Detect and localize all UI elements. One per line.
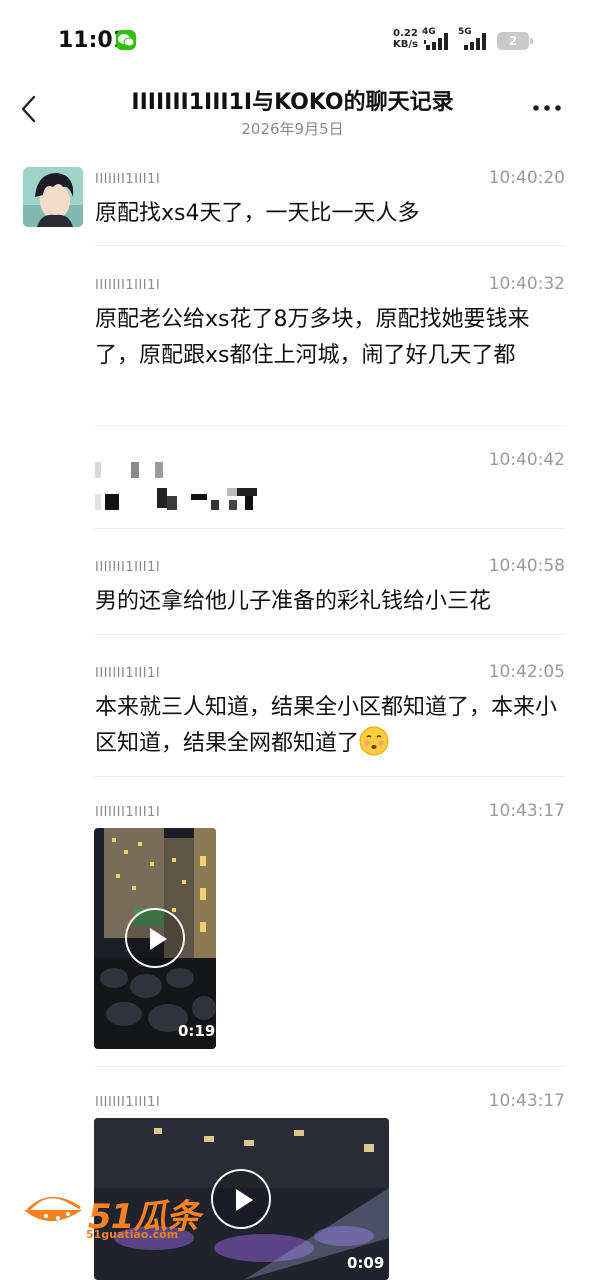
- message-item: IIIIIII1III1I 10:42:05 本来就三人知道，结果全小区都知道了…: [95, 662, 565, 766]
- message-time: 10:40:42: [488, 450, 565, 470]
- message-text-body: 本来就三人知道，结果全小区都知道了，本来小区知道，结果全网都知道了: [95, 695, 558, 756]
- message-sender: IIIIIII1III1I: [95, 560, 161, 575]
- avatar[interactable]: [23, 167, 83, 227]
- signal-4g-icon: [424, 33, 448, 50]
- video-duration: 0:19: [178, 1022, 216, 1040]
- redacted-content: [95, 456, 275, 514]
- play-icon[interactable]: [125, 908, 185, 968]
- message-item: IIIIIII1III1I 10:40:20 原配找xs4天了，一天比一天人多: [95, 168, 565, 232]
- message-divider: [95, 245, 565, 246]
- message-text[interactable]: 本来就三人知道，结果全小区都知道了，本来小区知道，结果全网都知道了: [95, 690, 565, 762]
- message-sender: IIIIIII1III1I: [95, 666, 161, 681]
- network-rate-unit: KB/s: [393, 39, 418, 50]
- play-icon[interactable]: [211, 1169, 271, 1229]
- message-time: 10:40:20: [488, 168, 565, 188]
- message-item: IIIIIII1III1I 10:40:32 原配老公给xs花了8万多块，原配找…: [95, 274, 565, 408]
- message-sender: IIIIIII1III1I: [95, 1095, 161, 1110]
- video-duration: 0:09: [347, 1254, 385, 1272]
- message-sender: IIIIIII1III1I: [95, 278, 161, 293]
- message-time: 10:40:32: [488, 274, 565, 294]
- watermark-url: 51guatiao.com: [86, 1228, 179, 1241]
- more-dots-icon[interactable]: [530, 98, 564, 118]
- message-divider: [95, 425, 565, 426]
- message-sender: IIIIIII1III1I: [95, 805, 161, 820]
- wechat-notification-icon: [116, 30, 136, 50]
- network-rate: 0.22 KB/s: [393, 28, 418, 50]
- message-text[interactable]: 原配找xs4天了，一天比一天人多: [95, 196, 565, 232]
- back-chevron-icon[interactable]: [18, 94, 40, 124]
- message-time: 10:40:58: [488, 556, 565, 576]
- status-bar: 11:01 0.22 KB/s 4G 5G 2: [0, 0, 589, 80]
- message-sender: IIIIIII1III1I: [95, 172, 161, 187]
- message-item: IIIIIII1III1I 10:40:58 男的还拿给他儿子准备的彩礼钱给小三…: [95, 556, 565, 620]
- message-divider: [95, 1066, 565, 1067]
- network-rate-value: 0.22: [393, 28, 418, 39]
- message-text[interactable]: 原配老公给xs花了8万多块，原配找她要钱来了，原配跟xs都住上河城，闹了好几天了…: [95, 302, 565, 374]
- battery-cap: [530, 38, 533, 44]
- page-date: 2026年9月5日: [241, 120, 344, 138]
- message-divider: [95, 776, 565, 777]
- message-text[interactable]: 男的还拿给他儿子准备的彩礼钱给小三花: [95, 584, 565, 620]
- message-time: 10:42:05: [488, 662, 565, 682]
- signal-5g-icon: [464, 33, 486, 50]
- message-time: 10:43:17: [488, 801, 565, 821]
- message-item-redacted: 10:40:42: [95, 450, 565, 524]
- face-emoji-icon: [359, 726, 389, 756]
- message-divider: [95, 528, 565, 529]
- battery-level: 2: [508, 34, 518, 48]
- message-time: 10:43:17: [488, 1091, 565, 1111]
- video-thumbnail[interactable]: 0:19: [94, 828, 216, 1049]
- message-divider: [95, 634, 565, 635]
- page-title: IIIIIII1III1I与KOKO的聊天记录: [131, 90, 454, 115]
